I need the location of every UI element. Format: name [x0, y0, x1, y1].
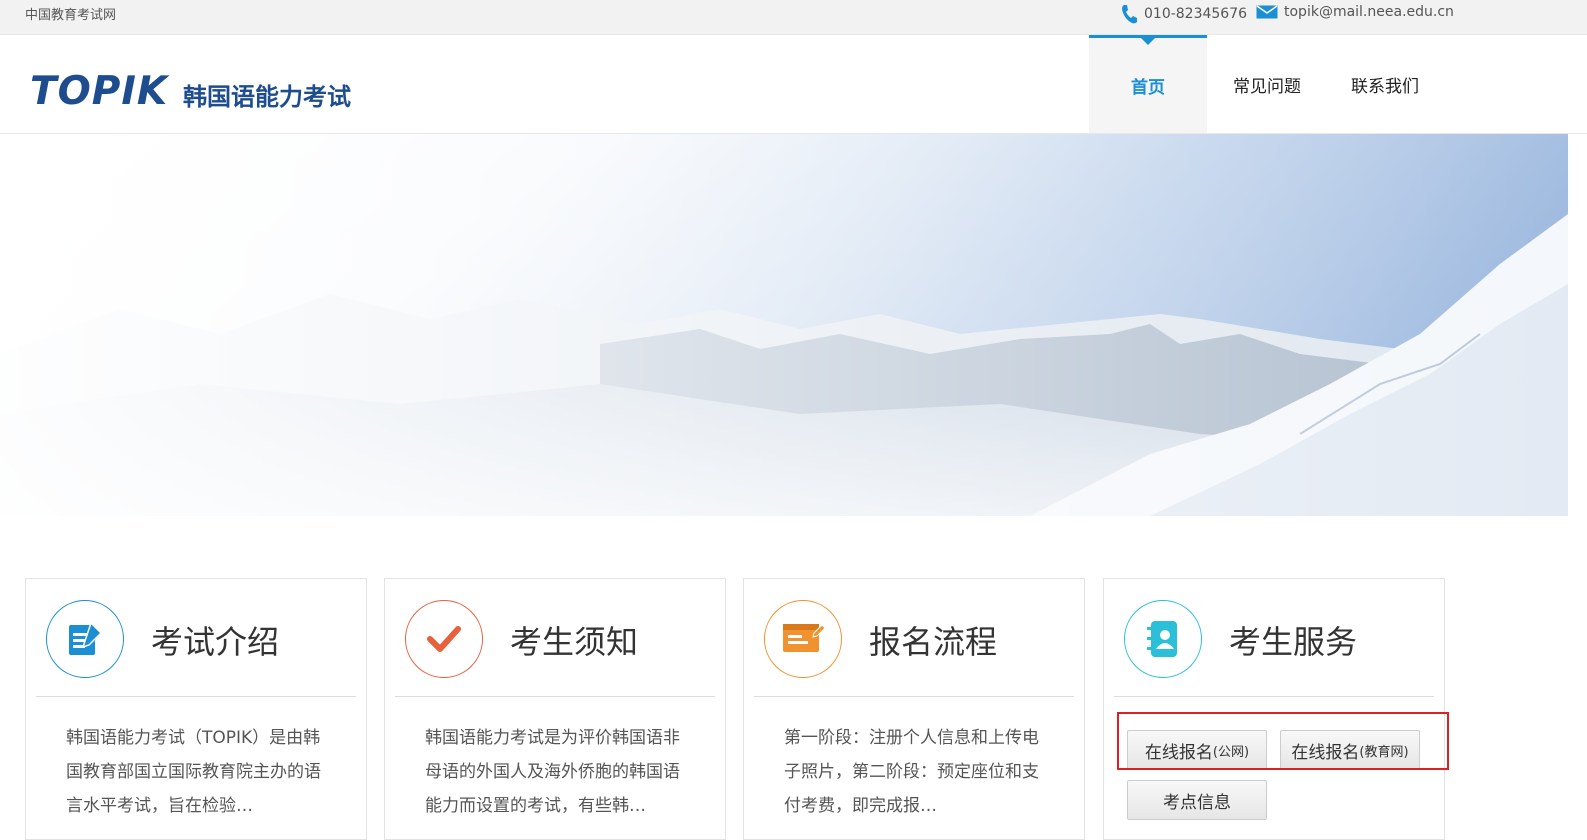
nav-faq[interactable]: 常见问题 — [1208, 35, 1326, 133]
email-address[interactable]: topik@mail.neea.edu.cn — [1284, 4, 1454, 20]
site-name-link[interactable]: 中国教育考试网 — [25, 4, 116, 23]
site-header: TOPIK 韩国语能力考试 首页 常见问题 联系我们 — [0, 35, 1587, 134]
active-caret-icon — [1141, 38, 1155, 45]
card-candidate-notice[interactable]: 考生须知 韩国语能力考试是为评价韩国语非母语的外国人及海外侨胞的韩国语能力而设置… — [384, 578, 726, 840]
card-title: 考生服务 — [1229, 623, 1358, 661]
form-edit-icon — [764, 600, 842, 678]
nav-contact[interactable]: 联系我们 — [1326, 35, 1444, 133]
card-description: 韩国语能力考试是为评价韩国语非母语的外国人及海外侨胞的韩国语能力而设置的考试，有… — [425, 728, 680, 816]
venue-info-button[interactable]: 考点信息 — [1127, 780, 1267, 820]
phone-contact: 010-82345676 — [1120, 4, 1247, 24]
card-title: 考生须知 — [510, 623, 639, 661]
card-exam-intro[interactable]: 考试介绍 韩国语能力考试（TOPIK）是由韩国教育部国立国际教育院主办的语言水平… — [25, 578, 367, 840]
divider — [754, 696, 1074, 697]
top-bar: 中国教育考试网 010-82345676 topik@mail.neea.edu… — [0, 0, 1587, 35]
card-registration-process[interactable]: 报名流程 第一阶段：注册个人信息和上传电子照片，第二阶段：预定座位和支付考费，即… — [743, 578, 1085, 840]
check-icon — [405, 600, 483, 678]
phone-icon — [1120, 4, 1138, 24]
email-contact: topik@mail.neea.edu.cn — [1256, 4, 1454, 20]
nav-contact-label: 联系我们 — [1351, 76, 1419, 97]
card-description: 第一阶段：注册个人信息和上传电子照片，第二阶段：预定座位和支付考费，即完成报… — [784, 728, 1039, 816]
nav-home-label: 首页 — [1131, 78, 1165, 98]
hero-banner — [0, 134, 1568, 516]
nav-faq-label: 常见问题 — [1233, 76, 1301, 97]
button-label: 考点信息 — [1163, 792, 1231, 813]
highlight-box — [1117, 712, 1449, 770]
contact-book-icon — [1124, 600, 1202, 678]
card-description: 韩国语能力考试（TOPIK）是由韩国教育部国立国际教育院主办的语言水平考试，旨在… — [66, 728, 321, 816]
document-pen-icon — [46, 600, 124, 678]
mail-icon — [1256, 5, 1278, 19]
logo-title[interactable]: 韩国语能力考试 — [183, 77, 351, 112]
mountain-banner-image — [0, 134, 1568, 516]
card-title: 报名流程 — [869, 623, 998, 661]
card-title: 考试介绍 — [151, 623, 280, 661]
nav-home[interactable]: 首页 — [1089, 35, 1207, 133]
divider — [395, 696, 715, 697]
logo-topik[interactable]: TOPIK — [30, 69, 168, 114]
divider — [1114, 696, 1434, 697]
phone-number: 010-82345676 — [1144, 6, 1248, 22]
divider — [36, 696, 356, 697]
